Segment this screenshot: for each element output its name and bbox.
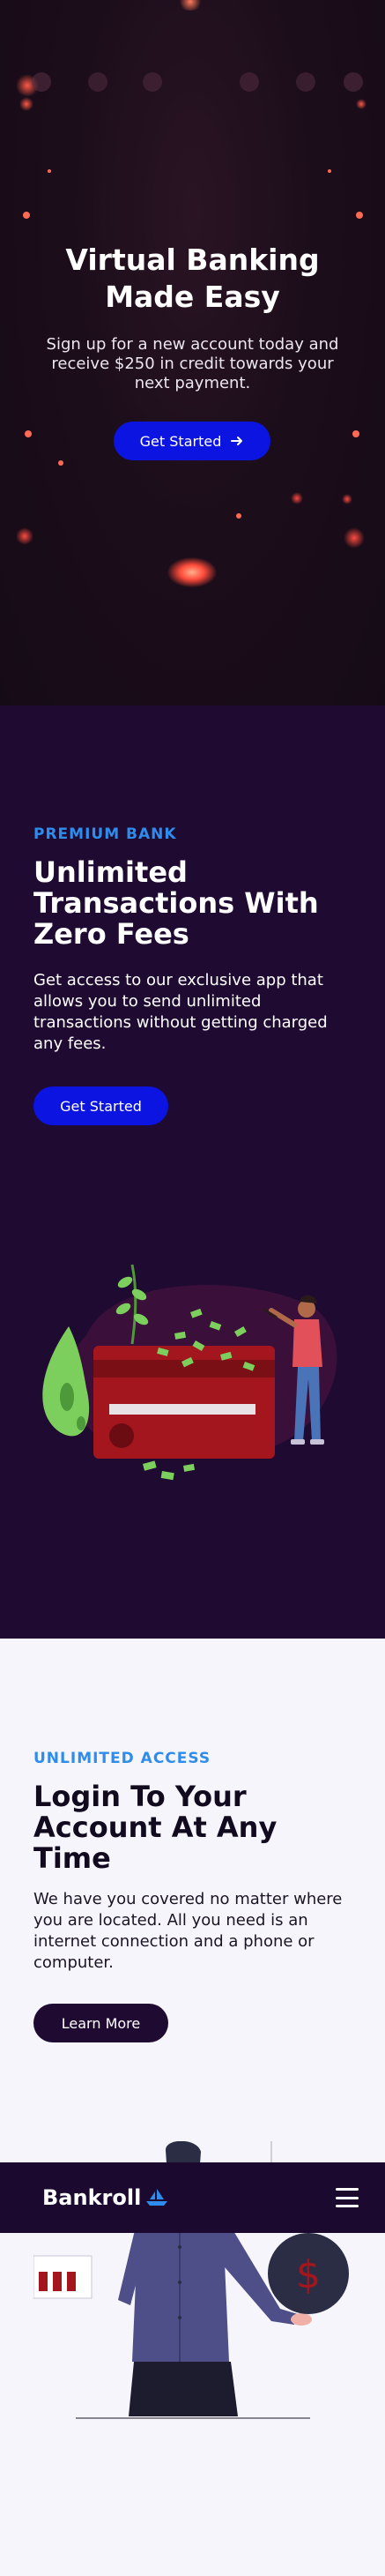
premium-body: Get access to our exclusive app that all… bbox=[33, 971, 328, 1053]
arrow-right-icon bbox=[231, 437, 243, 445]
hero-title-line1: Virtual Banking bbox=[65, 243, 320, 277]
access-eyebrow: UNLIMITED ACCESS bbox=[33, 1750, 211, 1767]
svg-text:$: $ bbox=[296, 2252, 321, 2297]
brand-logo[interactable]: Bankroll bbox=[42, 2185, 169, 2210]
hero-title-line2: Made Easy bbox=[105, 280, 280, 314]
premium-bank-section: PREMIUM BANK Unlimited Transactions With… bbox=[0, 706, 385, 1639]
credit-card-illustration bbox=[42, 1264, 337, 1481]
boat-logo-icon bbox=[146, 2189, 168, 2206]
access-title: Login To Your Account At Any Time bbox=[33, 1780, 278, 1875]
hero-title: Virtual Banking Made Easy bbox=[0, 242, 385, 316]
premium-title: Unlimited Transactions With Zero Fees bbox=[33, 855, 319, 951]
sticky-navbar: Bankroll bbox=[0, 2162, 385, 2233]
premium-get-started-button[interactable]: Get Started bbox=[33, 1086, 168, 1125]
hero-get-started-label: Get Started bbox=[139, 432, 222, 450]
learn-more-label: Learn More bbox=[61, 2014, 141, 2032]
hero-get-started-button[interactable]: Get Started bbox=[114, 422, 270, 460]
hamburger-menu-icon[interactable] bbox=[336, 2188, 359, 2207]
hero-subtitle: Sign up for a new account today and rece… bbox=[46, 335, 339, 392]
learn-more-button[interactable]: Learn More bbox=[33, 2004, 168, 2042]
hero-section: Virtual Banking Made Easy Sign up for a … bbox=[0, 0, 385, 706]
premium-eyebrow: PREMIUM BANK bbox=[33, 825, 177, 843]
premium-get-started-label: Get Started bbox=[60, 1097, 142, 1115]
access-body: We have you covered no matter where you … bbox=[33, 1890, 343, 1972]
unlimited-access-section: UNLIMITED ACCESS Login To Your Account A… bbox=[0, 1639, 385, 2576]
logo-text: Bankroll bbox=[42, 2185, 142, 2210]
